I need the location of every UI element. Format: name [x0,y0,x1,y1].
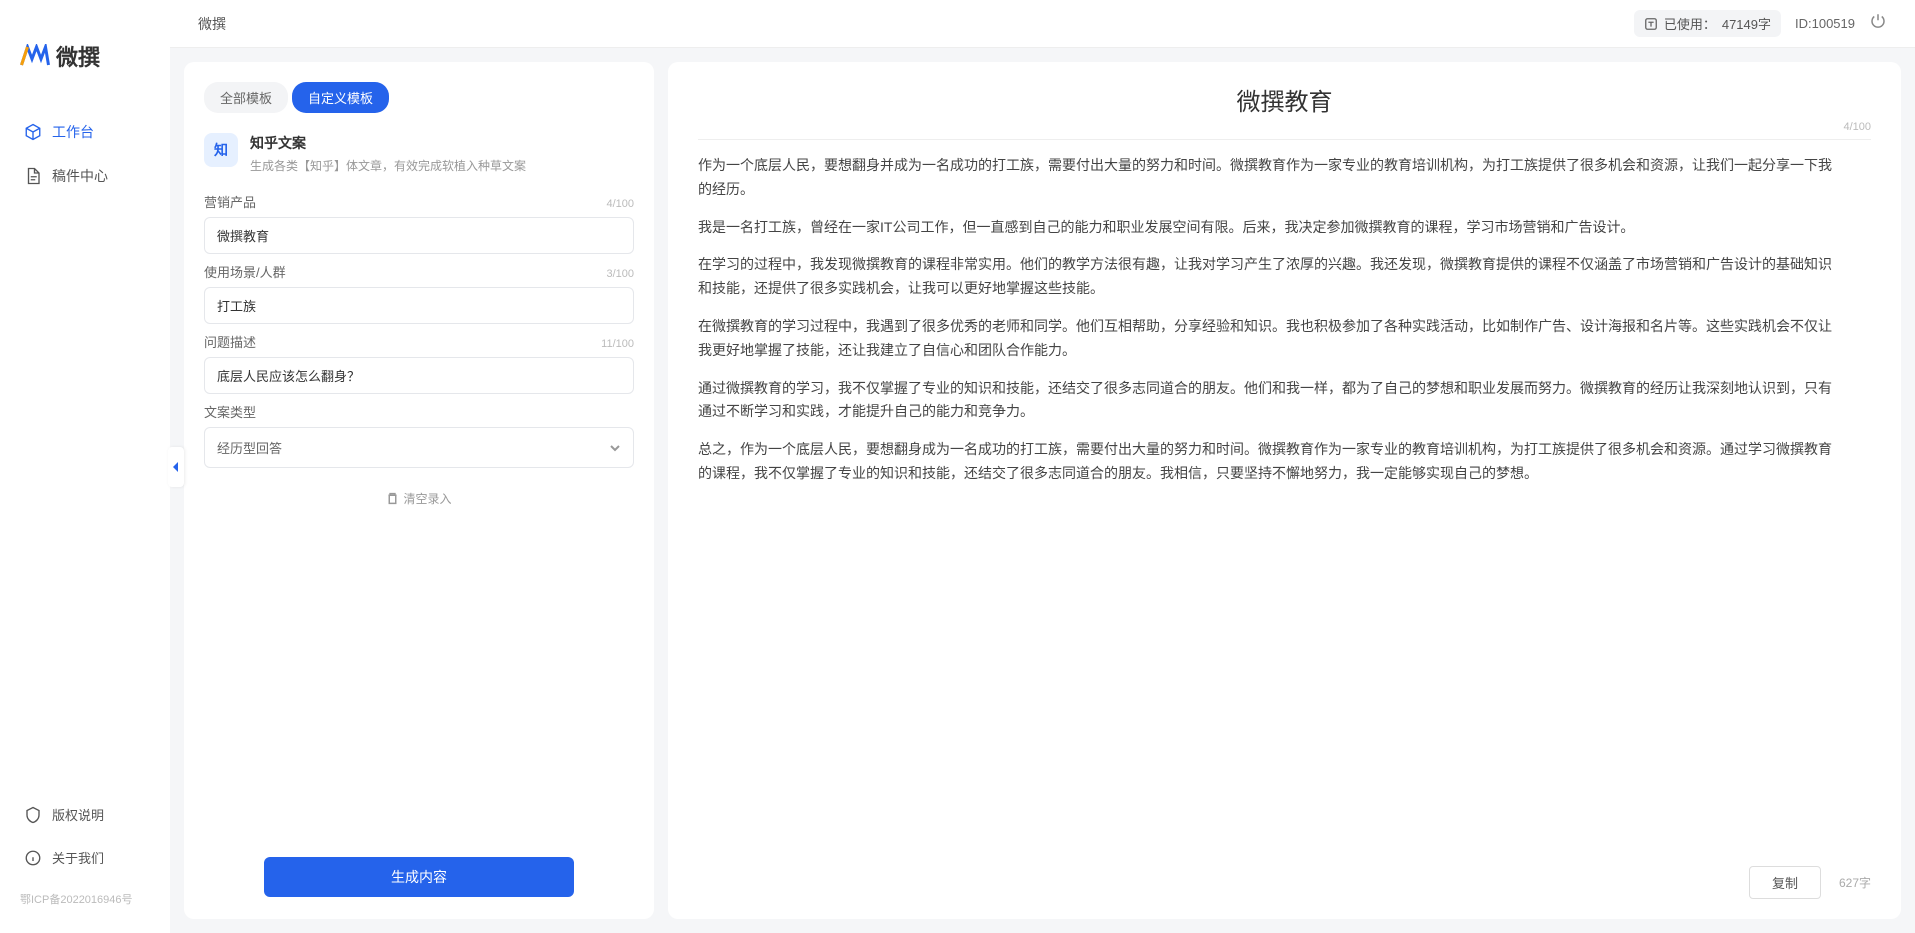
brand-logo: 微撰 [0,16,170,112]
scene-input[interactable] [204,287,634,324]
brand-text: 微撰 [56,40,100,72]
output-panel: 微撰教育 4/100 作为一个底层人民，要想翻身并成为一名成功的打工族，需要付出… [668,62,1901,919]
topbar: 微撰 已使用： 47149字 ID:100519 [170,0,1915,48]
cube-icon [24,123,42,141]
power-button[interactable] [1869,12,1887,35]
field-label: 问题描述 [204,332,256,351]
trash-icon [386,492,399,505]
content-area: 全部模板 自定义模板 知 知乎文案 生成各类【知乎】体文章，有效完成软植入种草文… [170,48,1915,933]
template-tabs: 全部模板 自定义模板 [184,62,654,121]
select-value: 经历型回答 [217,438,282,457]
problem-input[interactable] [204,357,634,394]
divider [698,139,1871,140]
output-paragraph: 在微撰教育的学习过程中，我遇到了很多优秀的老师和同学。他们互相帮助，分享经验和知… [698,315,1841,363]
info-icon [24,849,42,867]
nav-label: 工作台 [52,122,94,142]
field-label: 营销产品 [204,192,256,211]
nav-drafts[interactable]: 稿件中心 [12,156,158,196]
output-paragraph: 我是一名打工族，曾经在一家IT公司工作，但一直感到自己的能力和职业发展空间有限。… [698,216,1841,240]
field-label: 文案类型 [204,402,256,421]
usage-value: 47149字 [1722,14,1771,33]
usage-badge[interactable]: 已使用： 47149字 [1634,10,1781,37]
nav-copyright[interactable]: 版权说明 [12,795,158,834]
output-header: 微撰教育 4/100 [668,62,1901,137]
product-input[interactable] [204,217,634,254]
generate-footer: 生成内容 [184,843,654,919]
generate-button[interactable]: 生成内容 [264,857,574,897]
user-id: ID:100519 [1795,16,1855,31]
field-product: 营销产品 4/100 [204,192,634,254]
nav-about[interactable]: 关于我们 [12,838,158,877]
output-footer: 复制 627字 [668,854,1901,919]
nav-label: 稿件中心 [52,166,108,186]
template-header: 知 知乎文案 生成各类【知乎】体文章，有效完成软植入种草文案 [184,121,654,192]
sidebar-footer: 版权说明 关于我们 [0,795,170,881]
icp-text: 鄂ICP备2022016946号 [0,881,170,917]
copy-button[interactable]: 复制 [1749,866,1821,899]
main-area: 微撰 已使用： 47149字 ID:100519 全部模板 自定义模板 知 [170,0,1915,933]
tab-custom-templates[interactable]: 自定义模板 [292,82,389,113]
main-nav: 工作台 稿件中心 [0,112,170,795]
template-description: 生成各类【知乎】体文章，有效完成软植入种草文案 [250,157,526,174]
chevron-down-icon [609,442,621,454]
logo-icon [20,44,50,68]
nav-label: 版权说明 [52,805,104,824]
field-type: 文案类型 经历型回答 [204,402,634,468]
tab-all-templates[interactable]: 全部模板 [204,82,288,113]
word-count: 627字 [1839,874,1871,891]
nav-workbench[interactable]: 工作台 [12,112,158,152]
page-title: 微撰 [198,14,1620,34]
nav-label: 关于我们 [52,848,104,867]
output-paragraph: 通过微撰教育的学习，我不仅掌握了专业的知识和技能，还结交了很多志同道合的朋友。他… [698,377,1841,425]
template-form: 营销产品 4/100 使用场景/人群 3/100 [184,192,654,843]
text-icon [1644,17,1658,31]
output-body[interactable]: 作为一个底层人民，要想翻身并成为一名成功的打工族，需要付出大量的努力和时间。微撰… [668,154,1901,854]
template-icon: 知 [204,133,238,167]
template-title: 知乎文案 [250,133,526,153]
usage-label: 已使用： [1664,14,1716,33]
power-icon [1869,12,1887,30]
clear-button[interactable]: 清空录入 [204,476,634,521]
field-label: 使用场景/人群 [204,262,286,281]
output-paragraph: 总之，作为一个底层人民，要想翻身成为一名成功的打工族，需要付出大量的努力和时间。… [698,438,1841,486]
document-icon [24,167,42,185]
type-select[interactable]: 经历型回答 [204,427,634,468]
input-panel: 全部模板 自定义模板 知 知乎文案 生成各类【知乎】体文章，有效完成软植入种草文… [184,62,654,919]
output-title-count: 4/100 [1843,121,1871,133]
char-count: 11/100 [601,338,634,350]
field-problem: 问题描述 11/100 [204,332,634,394]
sidebar-collapse-handle[interactable] [168,447,184,487]
clear-label: 清空录入 [403,490,451,507]
char-count: 3/100 [606,268,634,280]
field-scene: 使用场景/人群 3/100 [204,262,634,324]
output-paragraph: 在学习的过程中，我发现微撰教育的课程非常实用。他们的教学方法很有趣，让我对学习产… [698,253,1841,301]
sidebar: 微撰 工作台 稿件中心 版权说明 关于我们 鄂ICP备2022016946号 [0,0,170,933]
output-paragraph: 作为一个底层人民，要想翻身并成为一名成功的打工族，需要付出大量的努力和时间。微撰… [698,154,1841,202]
chevron-left-icon [171,462,181,472]
char-count: 4/100 [606,198,634,210]
output-title: 微撰教育 [1237,82,1333,117]
shield-icon [24,806,42,824]
